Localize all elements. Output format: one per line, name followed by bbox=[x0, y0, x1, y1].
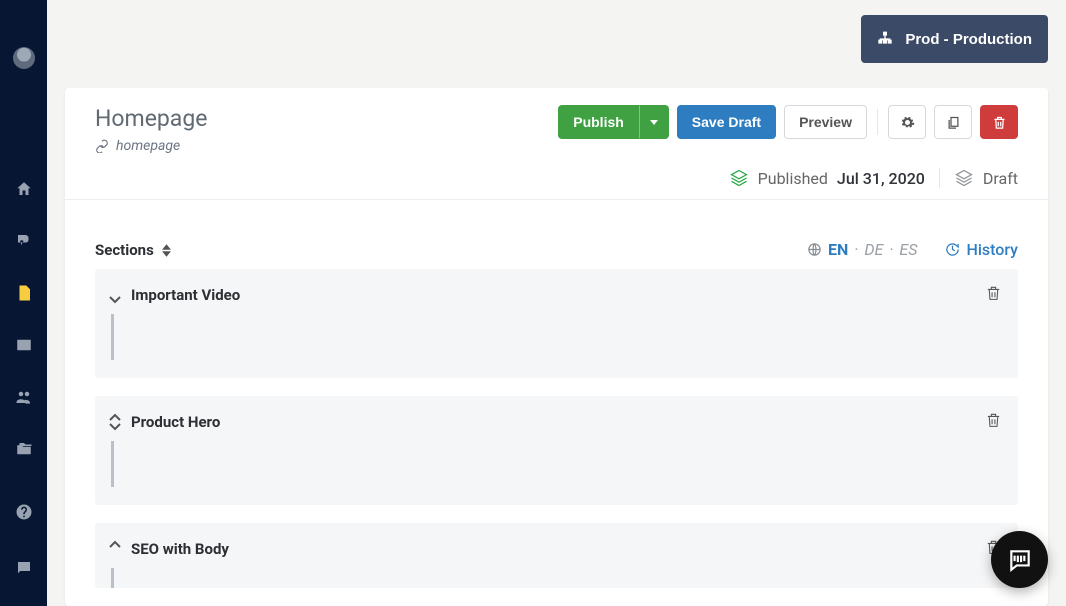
chat-icon[interactable] bbox=[14, 558, 34, 578]
separator bbox=[877, 109, 878, 135]
lang-en[interactable]: EN bbox=[828, 240, 848, 259]
intercom-icon bbox=[1007, 547, 1033, 573]
copy-icon bbox=[946, 115, 961, 130]
sections-list: Important Video Product Hero SEO with Bo… bbox=[95, 269, 1018, 588]
section-title: SEO with Body bbox=[131, 540, 229, 558]
panel-body: Sections EN · DE · ES bbox=[65, 199, 1048, 606]
environment-label: Prod - Production bbox=[905, 31, 1032, 48]
users-icon[interactable] bbox=[14, 387, 34, 407]
reorder-handle[interactable] bbox=[109, 412, 121, 432]
layers-icon bbox=[954, 168, 974, 188]
section-card: Important Video bbox=[95, 269, 1018, 378]
chevron-down-icon bbox=[109, 295, 121, 305]
action-bar: Publish Save Draft Preview bbox=[558, 105, 1018, 139]
folders-icon[interactable] bbox=[14, 439, 34, 459]
sort-icon[interactable] bbox=[162, 244, 171, 257]
sidebar bbox=[0, 0, 47, 606]
panel-header: Homepage homepage Publish Save Draft Pr bbox=[65, 88, 1048, 199]
published-status: Published Jul 31, 2020 bbox=[729, 168, 925, 188]
separator bbox=[939, 168, 940, 188]
blog-icon[interactable] bbox=[14, 231, 34, 251]
chevron-up-icon bbox=[109, 539, 121, 549]
sitemap-icon bbox=[877, 31, 893, 47]
chevron-down-icon bbox=[109, 422, 121, 432]
image-icon[interactable] bbox=[14, 335, 34, 355]
section-body bbox=[111, 314, 1002, 360]
section-card: Product Hero bbox=[95, 396, 1018, 505]
section-title: Important Video bbox=[131, 286, 240, 304]
lang-es[interactable]: ES bbox=[899, 240, 917, 259]
environment-selector[interactable]: Prod - Production bbox=[861, 15, 1048, 63]
page-title: Homepage bbox=[95, 105, 207, 132]
published-label: Published bbox=[758, 169, 828, 188]
history-link[interactable]: History bbox=[945, 240, 1018, 259]
trash-icon bbox=[992, 115, 1007, 130]
section-body bbox=[111, 568, 1002, 588]
section-body bbox=[111, 441, 1002, 487]
reorder-handle[interactable] bbox=[109, 539, 121, 559]
main: Prod - Production Homepage homepage Publ… bbox=[47, 0, 1066, 606]
home-icon[interactable] bbox=[14, 179, 34, 199]
avatar[interactable] bbox=[13, 47, 35, 69]
trash-icon bbox=[985, 411, 1002, 429]
page-slug-link[interactable]: homepage bbox=[95, 138, 207, 154]
duplicate-button[interactable] bbox=[934, 105, 972, 139]
history-icon bbox=[945, 242, 960, 257]
draft-status: Draft bbox=[954, 168, 1018, 188]
reorder-handle[interactable] bbox=[109, 285, 121, 305]
save-draft-button[interactable]: Save Draft bbox=[677, 105, 776, 139]
layers-icon bbox=[729, 168, 749, 188]
preview-button[interactable]: Preview bbox=[784, 105, 867, 139]
publish-dropdown-button[interactable] bbox=[639, 105, 669, 139]
sections-heading: Sections bbox=[95, 241, 171, 259]
section-title: Product Hero bbox=[131, 413, 220, 431]
status-row: Published Jul 31, 2020 Draft bbox=[95, 168, 1018, 188]
published-date: Jul 31, 2020 bbox=[837, 169, 925, 188]
trash-icon bbox=[985, 284, 1002, 302]
lang-de[interactable]: DE bbox=[864, 240, 883, 259]
settings-button[interactable] bbox=[888, 105, 926, 139]
section-delete-button[interactable] bbox=[985, 411, 1002, 433]
section-delete-button[interactable] bbox=[985, 284, 1002, 306]
section-card: SEO with Body bbox=[95, 523, 1018, 588]
publish-button[interactable]: Publish bbox=[558, 105, 639, 139]
help-icon[interactable] bbox=[14, 502, 34, 522]
draft-label: Draft bbox=[983, 169, 1018, 188]
delete-button[interactable] bbox=[980, 105, 1018, 139]
globe-icon bbox=[807, 242, 822, 257]
gear-icon bbox=[900, 115, 915, 130]
editor-panel: Homepage homepage Publish Save Draft Pr bbox=[65, 88, 1048, 606]
page-slug-text: homepage bbox=[116, 138, 180, 154]
pages-icon[interactable] bbox=[14, 283, 34, 303]
chevron-up-icon bbox=[109, 412, 121, 422]
chat-fab[interactable] bbox=[991, 531, 1048, 588]
language-switcher: EN · DE · ES bbox=[807, 240, 917, 259]
caret-down-icon bbox=[650, 120, 658, 125]
link-icon bbox=[95, 139, 109, 153]
topbar: Prod - Production bbox=[47, 0, 1066, 88]
